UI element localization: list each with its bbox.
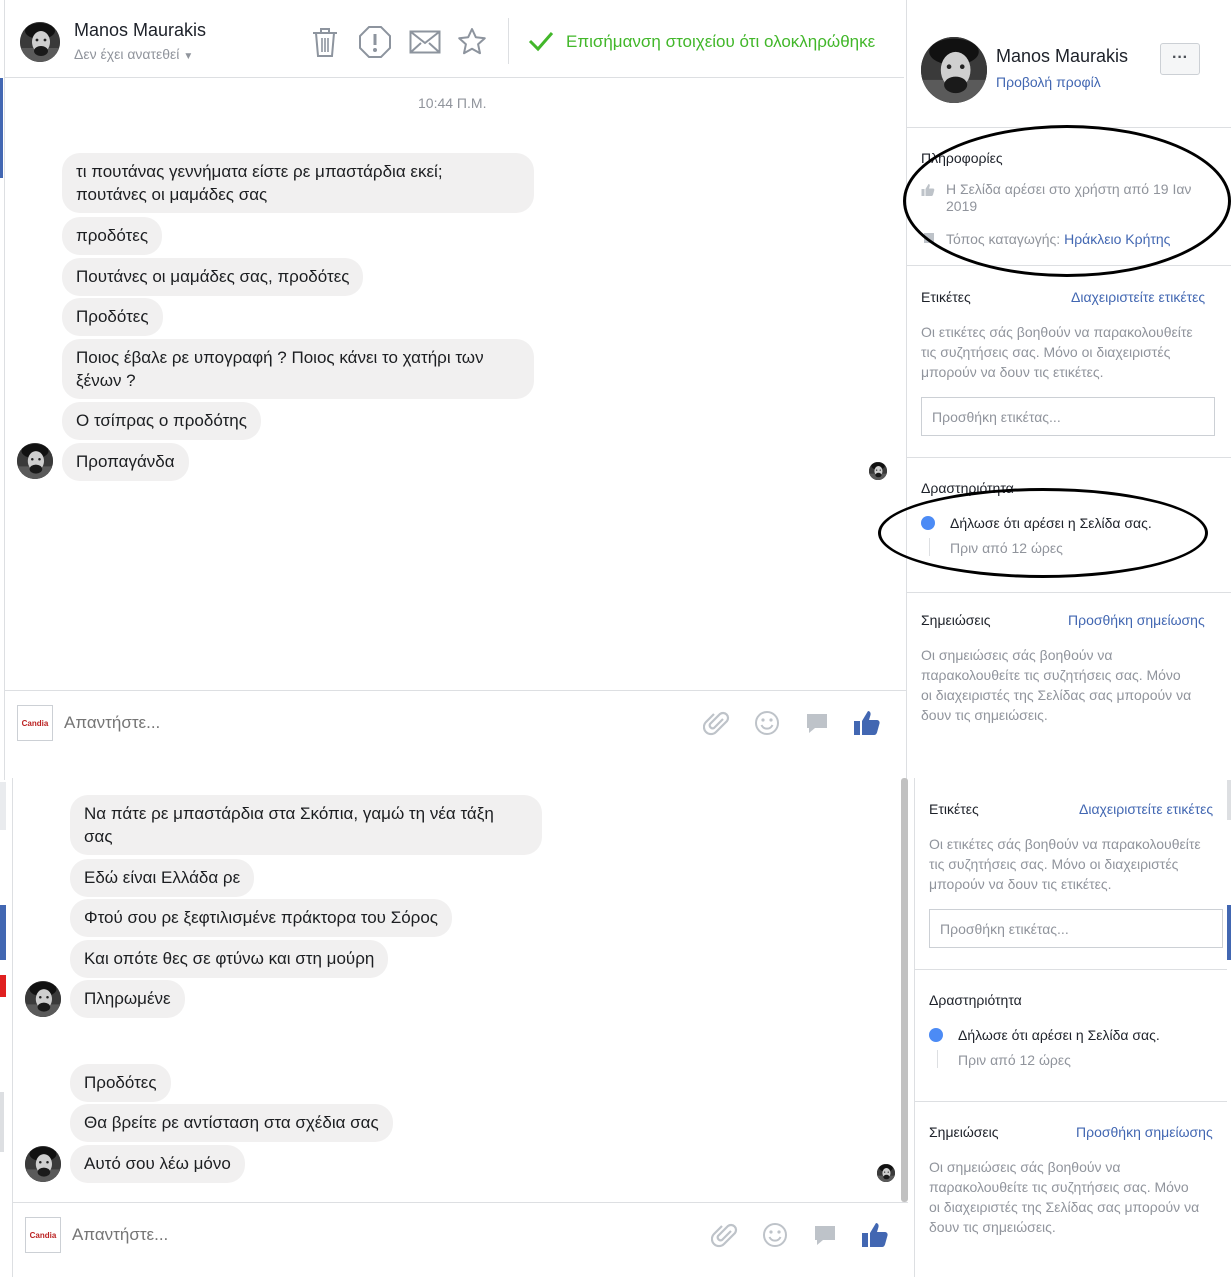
sticker-icon[interactable] bbox=[805, 712, 829, 736]
add-label-input[interactable] bbox=[929, 909, 1223, 948]
activity-dot-icon bbox=[929, 1028, 943, 1042]
message-bubble[interactable]: Εδώ είναι Ελλάδα ρε bbox=[70, 859, 255, 897]
more-icon: ··· bbox=[1172, 49, 1188, 66]
message-bubble[interactable]: Φτού σου ρε ξεφτιλισμένε πράκτορα του Σό… bbox=[70, 899, 452, 937]
assignment-dropdown[interactable]: Δεν έχει ανατεθεί ▼ bbox=[74, 46, 193, 62]
trash-icon[interactable] bbox=[310, 26, 340, 58]
labels-title: Ετικέτες bbox=[921, 289, 971, 305]
reply-input[interactable] bbox=[72, 1222, 572, 1248]
add-label-input[interactable] bbox=[921, 397, 1215, 436]
mark-done-button[interactable]: Επισήμανση στοιχείου ότι ολοκληρώθηκε bbox=[566, 32, 875, 52]
message-bubble[interactable]: Αυτό σου λέω μόνο bbox=[70, 1145, 245, 1183]
seen-avatar bbox=[877, 1164, 895, 1182]
add-note-link[interactable]: Προσθήκη σημείωσης bbox=[1076, 1124, 1213, 1140]
star-icon[interactable] bbox=[457, 27, 487, 57]
caret-down-icon: ▼ bbox=[183, 51, 194, 62]
reply-input[interactable] bbox=[64, 710, 564, 736]
check-icon[interactable] bbox=[528, 30, 554, 52]
notes-title: Σημειώσεις bbox=[929, 1124, 999, 1140]
thumbs-up-icon[interactable] bbox=[861, 1221, 889, 1249]
contact-name[interactable]: Manos Maurakis bbox=[74, 20, 206, 41]
message-bubble[interactable]: Προδότες bbox=[62, 298, 163, 336]
sender-avatar bbox=[25, 1146, 61, 1182]
manage-labels-link[interactable]: Διαχειριστείτε ετικέτες bbox=[1079, 801, 1213, 817]
message-bubble[interactable]: Ο τσίπρας ο προδότης bbox=[62, 402, 261, 440]
notes-title: Σημειώσεις bbox=[921, 612, 991, 628]
add-note-link[interactable]: Προσθήκη σημείωσης bbox=[1068, 612, 1205, 628]
message-bubble[interactable]: Πουτάνες οι μαμάδες σας, προδότες bbox=[62, 258, 364, 296]
page-logo: Candia bbox=[25, 1217, 61, 1253]
sender-avatar bbox=[17, 443, 53, 479]
seen-avatar bbox=[869, 462, 887, 480]
activity-time: Πριν από 12 ώρες bbox=[958, 1052, 1071, 1068]
manage-labels-link[interactable]: Διαχειριστείτε ετικέτες bbox=[1071, 289, 1205, 305]
thumbs-up-icon[interactable] bbox=[853, 709, 881, 737]
message-bubble[interactable]: Και οπότε θες σε φτύνω και στη μούρη bbox=[70, 940, 389, 978]
labels-title: Ετικέτες bbox=[929, 801, 979, 817]
sticker-icon[interactable] bbox=[813, 1224, 837, 1248]
message-bubble[interactable]: Προδότες bbox=[70, 1064, 171, 1102]
activity-title: Δραστηριότητα bbox=[929, 992, 1022, 1008]
message-bubble[interactable]: προδότες bbox=[62, 217, 163, 255]
view-profile-link[interactable]: Προβολή προφίλ bbox=[996, 74, 1101, 90]
emoji-icon[interactable] bbox=[762, 1222, 788, 1248]
avatar[interactable] bbox=[20, 22, 60, 62]
message-bubble[interactable]: Θα βρείτε ρε αντίσταση στα σχέδια σας bbox=[70, 1104, 393, 1142]
scrollbar[interactable] bbox=[901, 778, 908, 1202]
profile-avatar[interactable] bbox=[921, 37, 987, 103]
message-timestamp: 10:44 Π.Μ. bbox=[418, 95, 487, 111]
message-bubble[interactable]: Να πάτε ρε μπαστάρδια στα Σκόπια, γαμώ τ… bbox=[70, 795, 542, 855]
paperclip-icon[interactable] bbox=[711, 1222, 739, 1250]
notes-description: Οι σημειώσεις σάς βοηθούν να παρακολουθε… bbox=[921, 647, 1192, 723]
assignment-label: Δεν έχει ανατεθεί bbox=[74, 46, 180, 62]
labels-description: Οι ετικέτες σάς βοηθούν να παρακολουθείτ… bbox=[929, 836, 1201, 892]
sender-avatar bbox=[25, 981, 61, 1017]
emoji-icon[interactable] bbox=[754, 710, 780, 736]
annotation-oval bbox=[903, 125, 1231, 277]
annotation-oval bbox=[878, 488, 1208, 578]
message-bubble[interactable]: Προπαγάνδα bbox=[62, 443, 189, 481]
envelope-icon[interactable] bbox=[409, 30, 441, 54]
message-bubble[interactable]: τι πουτάνας γεννήματα είστε ρε μπαστάρδι… bbox=[62, 153, 534, 213]
page-logo: Candia bbox=[17, 705, 53, 741]
labels-description: Οι ετικέτες σάς βοηθούν να παρακολουθείτ… bbox=[921, 324, 1193, 380]
paperclip-icon[interactable] bbox=[703, 710, 731, 738]
activity-event: Δήλωσε ότι αρέσει η Σελίδα σας. bbox=[958, 1027, 1160, 1043]
message-bubble[interactable]: Ποιος έβαλε ρε υπογραφή ? Ποιος κάνει το… bbox=[62, 339, 534, 399]
notes-description: Οι σημειώσεις σάς βοηθούν να παρακολουθε… bbox=[929, 1159, 1200, 1235]
message-bubble[interactable]: Πληρωμένε bbox=[70, 980, 185, 1018]
profile-name[interactable]: Manos Maurakis bbox=[996, 46, 1128, 67]
report-icon[interactable] bbox=[358, 25, 392, 59]
more-button[interactable]: ··· bbox=[1160, 43, 1200, 75]
